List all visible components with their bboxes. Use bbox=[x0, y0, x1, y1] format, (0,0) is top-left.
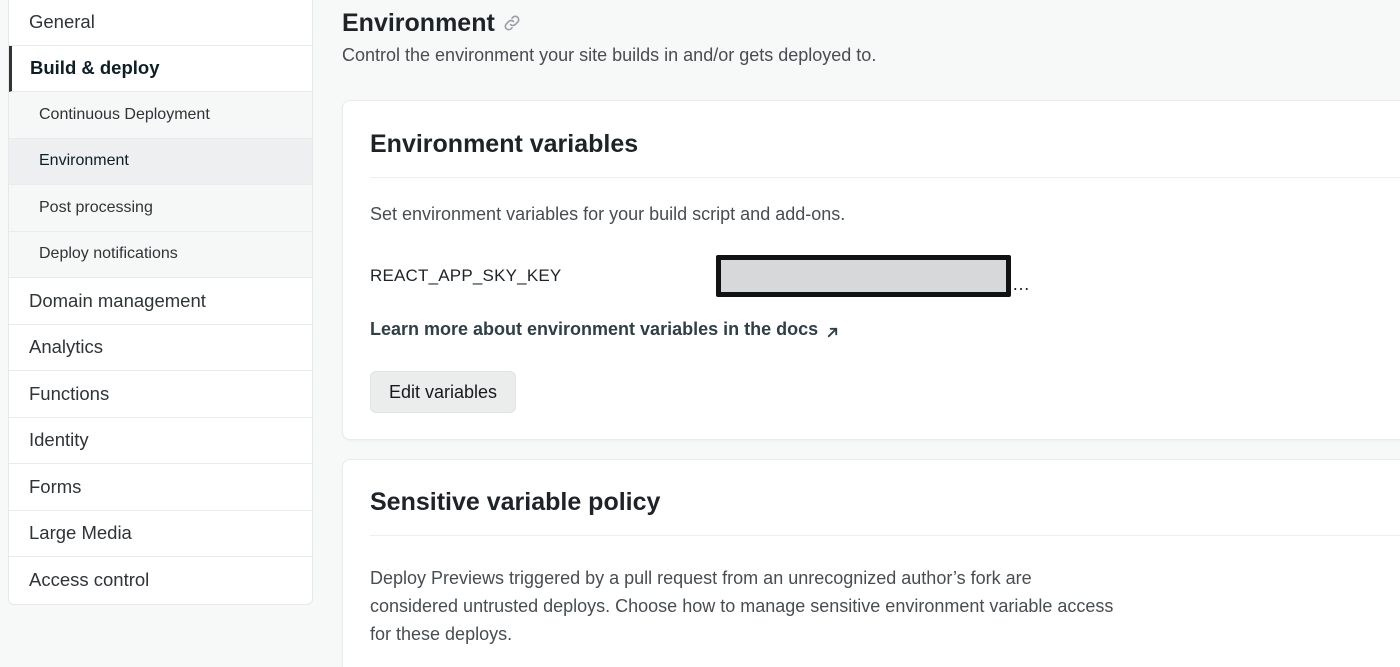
page-title: Environment bbox=[342, 8, 495, 37]
docs-link[interactable]: Learn more about environment variables i… bbox=[370, 319, 839, 340]
sidebar-item-functions[interactable]: Functions bbox=[9, 371, 312, 418]
env-variable-key: REACT_APP_SKY_KEY bbox=[370, 266, 562, 285]
env-variable-row: REACT_APP_SKY_KEY … bbox=[370, 255, 1030, 297]
sidebar-subitem-continuous-deployment[interactable]: Continuous Deployment bbox=[9, 92, 312, 139]
sensitive-variable-policy-card: Sensitive variable policy Deploy Preview… bbox=[342, 459, 1400, 667]
card-title: Sensitive variable policy bbox=[370, 488, 1400, 536]
edit-variables-button[interactable]: Edit variables bbox=[370, 371, 517, 413]
redacted-value-block bbox=[716, 255, 1011, 297]
environment-variables-card: Environment variables Set environment va… bbox=[342, 100, 1400, 440]
sidebar-item-build-deploy[interactable]: Build & deploy bbox=[9, 45, 312, 92]
policy-description: Deploy Previews triggered by a pull requ… bbox=[370, 564, 1170, 648]
sidebar-subitem-environment[interactable]: Environment bbox=[9, 138, 312, 185]
sidebar-item-access-control[interactable]: Access control bbox=[9, 557, 312, 604]
policy-description-line-2: considered untrusted deploys. Choose how… bbox=[370, 596, 1114, 616]
sidebar-item-large-media[interactable]: Large Media bbox=[9, 511, 312, 557]
sidebar-subitem-post-processing[interactable]: Post processing bbox=[9, 185, 312, 232]
card-title: Environment variables bbox=[370, 130, 1400, 178]
settings-sidebar: General Build & deploy Continuous Deploy… bbox=[8, 0, 313, 605]
policy-description-line-3: for these deploys. bbox=[370, 624, 513, 644]
sidebar-item-analytics[interactable]: Analytics bbox=[9, 325, 312, 371]
link-icon[interactable] bbox=[503, 14, 521, 32]
sidebar-item-forms[interactable]: Forms bbox=[9, 464, 312, 511]
value-ellipsis: … bbox=[1012, 274, 1030, 294]
sidebar-item-domain-management[interactable]: Domain management bbox=[9, 278, 312, 325]
docs-link-label[interactable]: Learn more about environment variables i… bbox=[370, 319, 818, 340]
env-variable-value: … bbox=[716, 255, 1030, 297]
arrow-up-right-icon bbox=[826, 323, 839, 338]
sidebar-subitem-deploy-notifications[interactable]: Deploy notifications bbox=[9, 231, 312, 278]
main-content: Environment Control the environment your… bbox=[342, 0, 1400, 667]
section-header: Environment bbox=[342, 0, 1400, 46]
page: General Build & deploy Continuous Deploy… bbox=[0, 0, 1400, 667]
sidebar-item-general[interactable]: General bbox=[9, 0, 312, 46]
sidebar-item-identity[interactable]: Identity bbox=[9, 418, 312, 464]
page-description: Control the environment your site builds… bbox=[342, 45, 877, 65]
policy-description-line-1: Deploy Previews triggered by a pull requ… bbox=[370, 568, 1032, 588]
card-description: Set environment variables for your build… bbox=[370, 204, 846, 224]
